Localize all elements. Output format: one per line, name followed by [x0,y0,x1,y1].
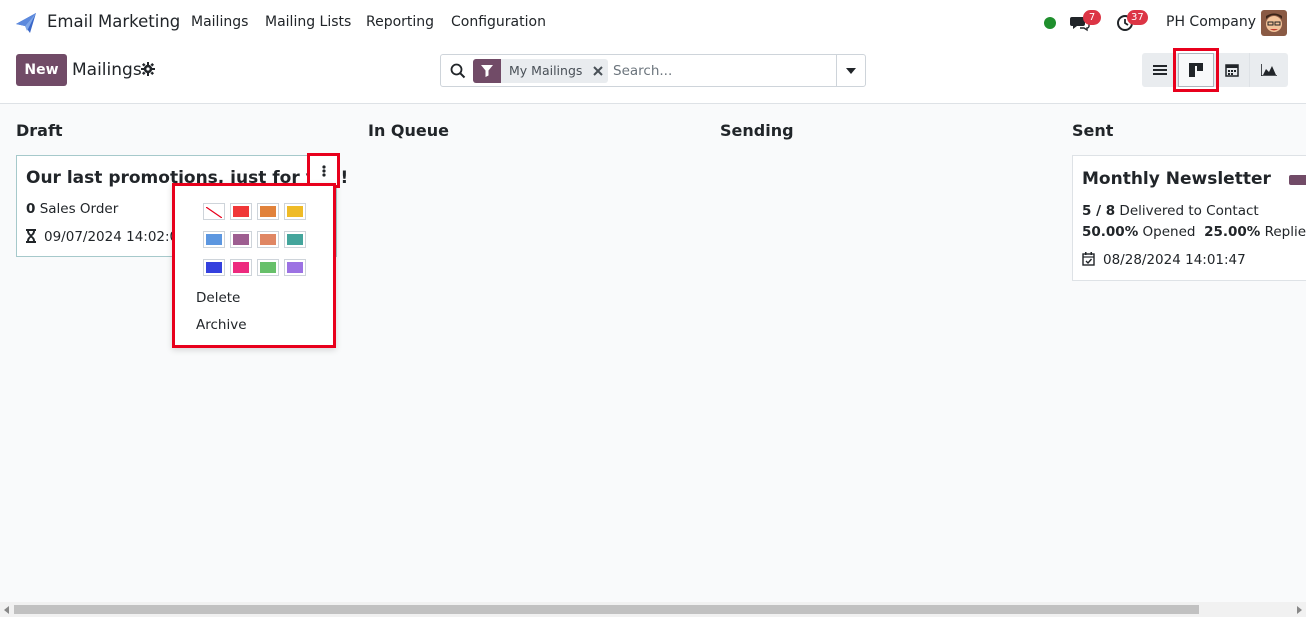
color-swatch-fill [260,262,276,273]
scroll-left-arrow-icon[interactable] [4,606,9,614]
user-avatar[interactable] [1261,10,1287,36]
color-swatch-fill [287,234,303,245]
sent-datetime: 08/28/2024 14:01:47 [1103,252,1246,268]
color-swatch[interactable] [284,259,306,276]
card-dropdown-menu: Delete Archive [172,183,336,348]
company-switcher[interactable]: PH Company [1166,14,1256,30]
color-swatch[interactable] [257,231,279,248]
calendar-check-icon [1082,252,1095,266]
replied-value: 25.00% [1204,224,1261,240]
new-button[interactable]: New [16,54,67,86]
calendar-view-icon[interactable] [1214,53,1250,87]
color-swatch[interactable] [284,203,306,220]
color-swatch[interactable] [203,203,225,220]
archive-menu-item[interactable]: Archive [196,317,247,333]
filter-icon [473,59,501,83]
search-bar: My Mailings [440,54,866,87]
filter-facet: My Mailings [473,59,609,83]
search-options-chevron-down-icon[interactable] [836,55,865,86]
color-swatch[interactable] [203,259,225,276]
color-swatch-fill [287,262,303,273]
color-swatch[interactable] [284,231,306,248]
column-title-sending: Sending [720,121,794,140]
color-swatch[interactable] [230,203,252,220]
remove-facet-close-icon[interactable] [588,59,608,83]
color-swatch-fill [287,206,303,217]
graph-view-icon[interactable] [1250,53,1288,87]
scrollbar-thumb[interactable] [14,605,1199,614]
top-navbar: Email Marketing Mailings Mailing Lists R… [0,0,1306,46]
color-swatch-fill [233,262,249,273]
opened-label: Opened [1142,224,1196,240]
sales-order-number: 0 [26,201,36,217]
facet-label: My Mailings [509,63,583,78]
color-swatch[interactable] [203,231,225,248]
sent-date: 08/28/2024 14:01:47 [1082,252,1246,268]
app-logo-icon[interactable] [15,12,37,34]
menu-mailings[interactable]: Mailings [191,14,248,30]
color-swatch-fill [206,262,222,273]
page-title: Mailings [72,60,142,80]
color-swatch[interactable] [230,259,252,276]
color-swatch-fill [233,234,249,245]
sales-order-count: 0 Sales Order [26,201,118,217]
delivered-label: Delivered to Contact [1119,203,1259,219]
sales-order-label: Sales Order [39,201,119,217]
hourglass-icon [26,229,36,243]
replied-label: Replied [1264,224,1306,240]
color-swatch-fill [260,206,276,217]
horizontal-scrollbar[interactable] [0,602,1306,617]
opened-value: 50.00% [1082,224,1139,240]
delivered-stat: 5 / 8 Delivered to Contact [1082,203,1259,219]
menu-mailing-lists[interactable]: Mailing Lists [265,14,351,30]
color-swatch-fill [260,234,276,245]
card-title: Monthly Newsletter [1082,169,1271,189]
opened-replied-stats: 50.00% Opened 25.00% Replied [1082,224,1306,240]
gear-icon[interactable] [141,62,155,76]
kanban-card-sent[interactable]: Monthly Newsletter 5 / 8 Delivered to Co… [1072,155,1306,281]
delivered-value: 5 / 8 [1082,203,1116,219]
search-input[interactable] [613,60,833,82]
activities-badge: 37 [1127,10,1148,25]
color-swatch-fill [205,206,223,219]
kanban-view-highlight [1173,48,1219,92]
color-tag [1289,175,1306,185]
color-swatch[interactable] [257,203,279,220]
search-icon [450,63,466,79]
column-title-sent: Sent [1072,121,1114,140]
scroll-right-arrow-icon[interactable] [1297,606,1302,614]
messages-badge: 7 [1083,10,1101,25]
color-swatch[interactable] [257,259,279,276]
menu-reporting[interactable]: Reporting [366,14,434,30]
column-title-draft: Draft [16,121,63,140]
color-swatch-fill [206,234,222,245]
online-status-icon [1044,17,1056,29]
color-swatch-fill [233,206,249,217]
control-panel: New Mailings My Mailings [0,46,1306,104]
delete-menu-item[interactable]: Delete [196,290,240,306]
menu-configuration[interactable]: Configuration [451,14,546,30]
color-swatch[interactable] [230,231,252,248]
scheduled-date: 09/07/2024 14:02:00 [26,229,187,245]
app-name[interactable]: Email Marketing [47,12,180,31]
column-title-in-queue: In Queue [368,121,449,140]
scheduled-datetime: 09/07/2024 14:02:00 [44,229,187,245]
